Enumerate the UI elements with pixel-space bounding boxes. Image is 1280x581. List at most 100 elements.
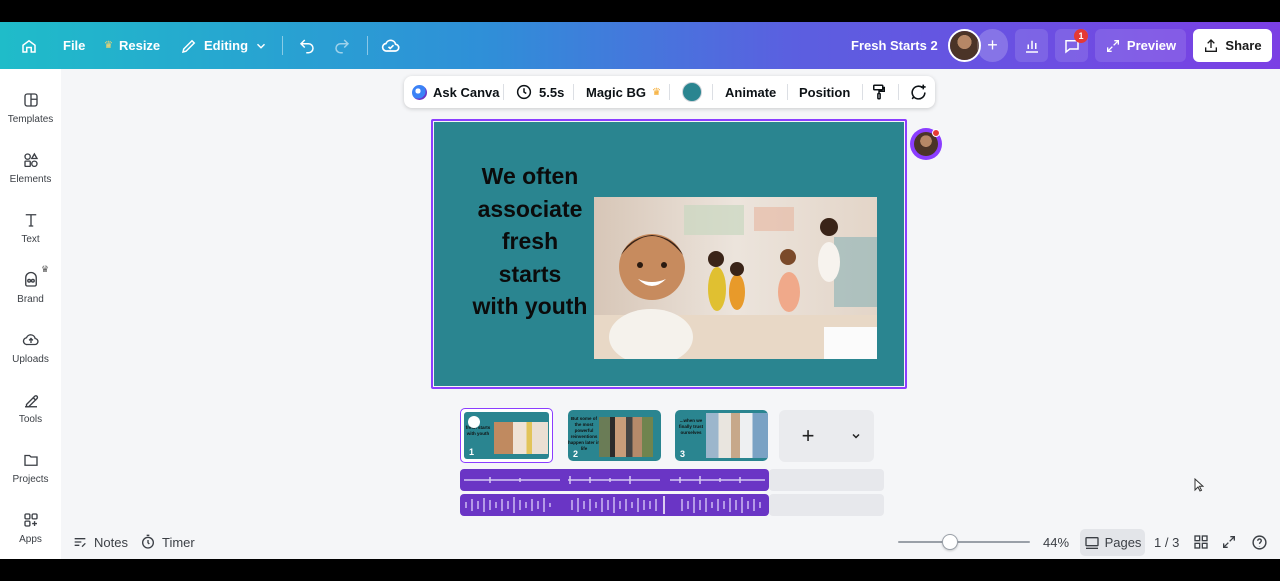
timer-button[interactable]: Timer [140,527,195,557]
resize-label: Resize [118,38,161,53]
audio-track-2[interactable] [460,494,769,516]
comments-button[interactable]: 1 [1055,29,1088,62]
magic-bg-label: Magic BG [586,84,646,100]
page-thumb-2[interactable]: But some of the most powerful reinventio… [568,410,661,461]
plus-icon: + [987,35,998,55]
crown-icon: ♛ [41,264,50,274]
share-button[interactable]: Share [1193,29,1272,62]
insights-button[interactable] [1015,29,1048,62]
pages-icon [1084,536,1099,549]
brand-icon [24,271,37,287]
zoom-slider-track[interactable] [898,541,1030,543]
fullscreen-icon [1223,536,1235,548]
toolbar-divider [787,84,788,100]
cloud-save-button[interactable] [381,22,401,69]
copy-style-button[interactable] [870,76,888,108]
grid-icon [1194,535,1208,549]
home-button[interactable] [20,22,38,69]
document-title[interactable]: Fresh Starts 2 [851,22,938,69]
sidebar-item-text[interactable]: Text [0,200,61,256]
left-sidebar: Templates Elements Text ♛ Brand Uploads … [0,69,61,559]
add-page-options-button[interactable] [841,410,871,462]
apps-icon [23,513,38,527]
bottom-letterbox [0,559,1280,581]
paint-roller-icon [873,84,885,100]
clock-icon [516,84,532,100]
page-thumb-3[interactable]: ...when we finally trust ourselves 3 [675,410,768,461]
audio-track-empty [769,494,884,516]
audio-track-empty [769,469,884,491]
help-icon [1252,534,1267,550]
file-menu[interactable]: File [63,22,85,69]
position-button[interactable]: Position [799,76,850,108]
page-counter: 1 / 3 [1154,527,1179,557]
page-thumb-content: fresh starts with youth 1 [464,412,549,459]
toolbar-divider [898,84,899,100]
collaborator-cursor-avatar[interactable] [910,128,942,160]
classroom-child-photo[interactable] [594,197,877,359]
notes-button[interactable]: Notes [72,527,128,557]
waveform-icon [465,496,761,514]
redo-icon [335,38,350,53]
page-thumb-text: But some of the most powerful reinventio… [568,416,601,451]
photo-illustration [594,197,877,359]
sidebar-item-apps[interactable]: Apps [0,500,61,556]
resize-button[interactable]: ♛ Resize [104,22,160,69]
zoom-level[interactable]: 44% [1043,527,1069,557]
heading-line: with youth [472,293,588,319]
heading-line: starts [498,260,562,287]
audio-track-1[interactable] [460,469,769,491]
crown-icon: ♛ [104,40,113,51]
page-thumb-photo [494,422,548,454]
heading-line: We often [481,163,579,189]
sidebar-item-tools[interactable]: Tools [0,380,61,436]
add-comment-button[interactable] [909,76,928,108]
sidebar-item-label: Templates [7,114,54,125]
doc-title-text: Fresh Starts 2 [851,38,938,53]
animate-button[interactable]: Animate [725,76,776,108]
sidebar-item-elements[interactable]: Elements [0,140,61,196]
audio-indicator-icon [468,416,480,428]
mouse-cursor-icon [1194,478,1204,492]
redo-button[interactable] [333,22,351,69]
add-collaborator-button[interactable]: + [977,29,1008,62]
fullscreen-button[interactable] [1221,527,1237,557]
heading-line: fresh [501,228,559,254]
sidebar-item-templates[interactable]: Templates [0,80,61,136]
grid-view-button[interactable] [1193,527,1209,557]
duration-button[interactable]: 5.5s [515,76,564,108]
bar-chart-icon [1025,40,1038,53]
waveform-icon [464,476,765,484]
notes-icon [74,538,86,548]
pages-toggle-button[interactable]: Pages [1080,529,1145,556]
background-color-button[interactable] [682,76,702,108]
sidebar-item-projects[interactable]: Projects [0,440,61,496]
toolbar-divider [503,84,504,100]
timer-label: Timer [162,534,195,550]
position-label: Position [799,84,851,100]
plus-icon: + [801,423,815,448]
undo-button[interactable] [298,22,316,69]
sidebar-item-label: Brand [17,294,44,305]
editing-mode-button[interactable]: Editing [180,22,268,69]
add-page-area: + [779,410,874,462]
ask-canva-button[interactable]: Ask Canva [412,76,499,108]
zoom-slider-handle[interactable] [942,534,958,550]
slide-heading[interactable]: We often associate fresh starts with you… [462,160,598,323]
add-page-button[interactable]: + [779,410,837,462]
sidebar-item-label: Apps [19,534,42,545]
toolbar-divider [862,84,863,100]
preview-button[interactable]: Preview [1095,29,1186,62]
file-label: File [63,38,86,53]
timer-icon [142,534,154,549]
templates-icon [23,93,38,107]
sidebar-item-brand[interactable]: ♛ Brand [0,260,61,316]
magic-bg-button[interactable]: Magic BG ♛ [586,76,661,108]
undo-icon [299,38,314,53]
help-button[interactable] [1251,527,1268,557]
page-thumb-photo [599,417,653,457]
color-swatch [682,82,702,102]
projects-icon [23,454,38,466]
page-thumb-1[interactable]: fresh starts with youth 1 [460,408,553,463]
sidebar-item-uploads[interactable]: Uploads [0,320,61,376]
